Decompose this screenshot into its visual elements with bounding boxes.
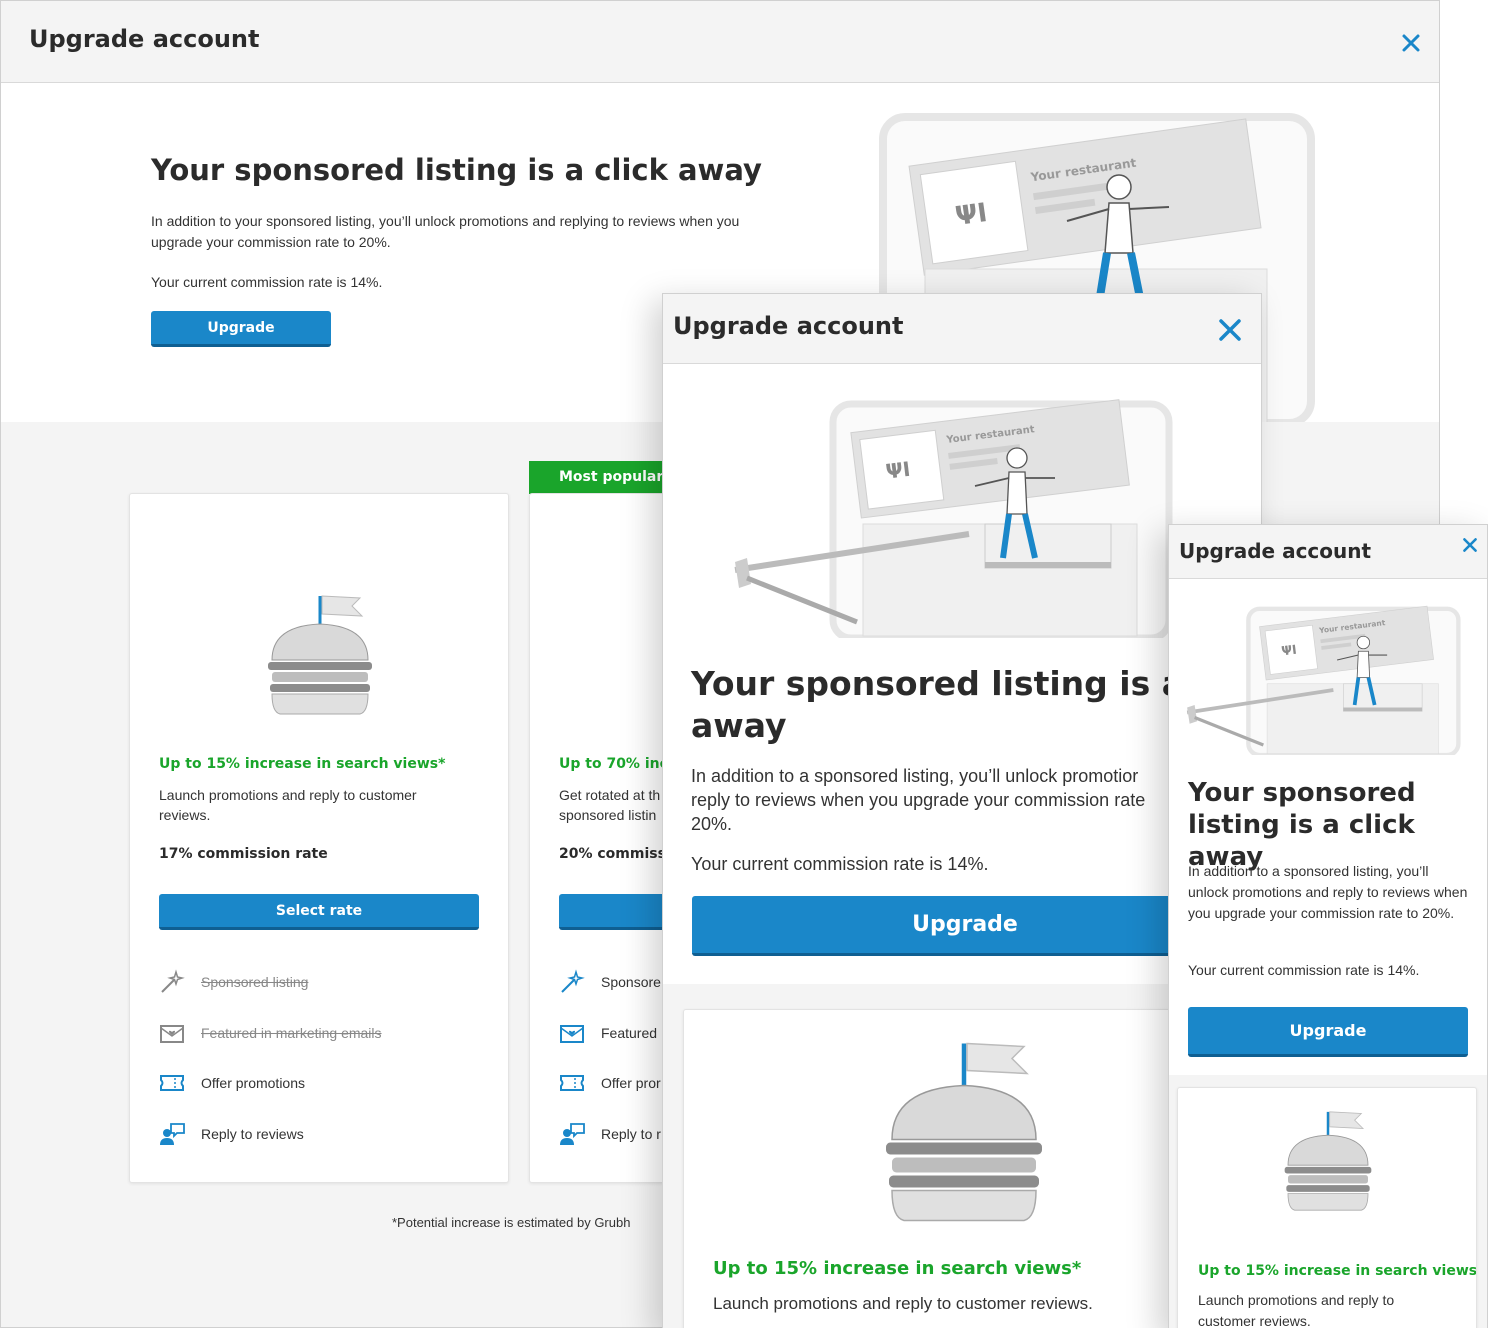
close-icon[interactable] — [1401, 33, 1421, 53]
burger-illustration — [1278, 1106, 1378, 1216]
upgrade-button[interactable]: Upgrade — [692, 896, 1238, 956]
reply-chat-icon — [559, 1121, 585, 1147]
svg-text:ΨΙ: ΨΙ — [1281, 642, 1298, 659]
feature-sponsored-listing: Sponsore — [559, 969, 661, 995]
page-heading: Your sponsored listing is a click away — [151, 153, 762, 187]
upgrade-button[interactable]: Upgrade — [151, 311, 331, 347]
feature-sponsored-listing: Sponsored listing — [159, 969, 308, 995]
card-headline: Up to 15% increase in search views* — [713, 1258, 1082, 1279]
feature-label: Featured in marketing emails — [201, 1025, 382, 1041]
current-rate-text: Your current commission rate is 14%. — [691, 854, 989, 874]
feature-label: Featured — [601, 1025, 658, 1041]
upgrade-button[interactable]: Upgrade — [1188, 1007, 1468, 1057]
mobile-modal: Upgrade account ΨΙ Your restaurant Your … — [1168, 524, 1488, 1328]
plan-card-17: Up to 15% increase in search views* Laun… — [1177, 1087, 1477, 1328]
card-description: Launch promotions and reply to customer … — [159, 787, 417, 823]
card-headline: Up to 70% incr — [559, 756, 675, 772]
page-heading: Your sponsored listing is a click away — [1188, 778, 1416, 872]
ticket-icon — [159, 1070, 185, 1096]
feature-reply-reviews: Reply to r — [559, 1121, 661, 1147]
feature-marketing-emails: Featured in marketing emails — [159, 1020, 382, 1046]
restaurant-illustration: ΨΙ Your restaurant — [729, 398, 1179, 638]
reply-chat-icon — [159, 1121, 185, 1147]
feature-offer-promotions: Offer pror — [559, 1070, 661, 1096]
modal-title: Upgrade account — [29, 25, 260, 53]
modal-header: Upgrade account — [1169, 525, 1487, 579]
close-icon[interactable] — [1218, 318, 1242, 342]
modal-title: Upgrade account — [1179, 539, 1372, 563]
plan-card-17: Up to 15% increase in search views* Laun… — [683, 1009, 1243, 1328]
feature-offer-promotions: Offer promotions — [159, 1070, 305, 1096]
feature-label: Reply to reviews — [201, 1126, 304, 1142]
feature-label: Offer pror — [601, 1075, 661, 1091]
burger-illustration — [874, 1032, 1054, 1232]
intro-text: In addition to a sponsored listing, you’… — [1188, 863, 1468, 921]
mail-heart-icon — [159, 1020, 185, 1046]
modal-title: Upgrade account — [673, 312, 904, 340]
footnote: *Potential increase is estimated by Grub… — [392, 1215, 631, 1230]
svg-text:ΨΙ: ΨΙ — [953, 198, 989, 232]
burger-illustration — [260, 590, 380, 720]
card-rate: 17% commission rate — [159, 846, 328, 862]
card-headline: Up to 15% increase in search views* — [159, 756, 446, 772]
current-rate-text: Your current commission rate is 14%. — [1188, 962, 1420, 978]
magic-wand-icon — [559, 969, 585, 995]
current-rate-text: Your current commission rate is 14%. — [151, 274, 383, 290]
feature-label: Sponsore — [601, 974, 661, 990]
select-rate-button[interactable]: Select rate — [159, 894, 479, 930]
magic-wand-icon — [159, 969, 185, 995]
intro-text: In addition to your sponsored listing, y… — [151, 213, 740, 250]
mail-heart-icon — [559, 1020, 585, 1046]
card-description: Get rotated at th sponsored listin — [559, 787, 661, 823]
feature-label: Reply to r — [601, 1126, 661, 1142]
card-description: Launch promotions and reply to customer … — [713, 1294, 1093, 1313]
plan-card-17: Up to 15% increase in search views* Laun… — [129, 493, 509, 1183]
close-icon[interactable] — [1462, 537, 1478, 553]
ticket-icon — [559, 1070, 585, 1096]
card-headline: Up to 15% increase in search views* — [1198, 1263, 1477, 1279]
intro-text: In addition to a sponsored listing, you’… — [691, 766, 1146, 834]
svg-text:ΨΙ: ΨΙ — [884, 457, 911, 484]
feature-label: Offer promotions — [201, 1075, 306, 1091]
card-rate: 20% commissi — [559, 846, 671, 862]
card-description: Launch promotions and reply to customer … — [1198, 1292, 1395, 1328]
feature-reply-reviews: Reply to reviews — [159, 1121, 304, 1147]
modal-header: Upgrade account — [1, 1, 1439, 83]
modal-header: Upgrade account — [663, 294, 1261, 364]
page-heading-line2: away — [691, 706, 787, 745]
feature-marketing-emails: Featured — [559, 1020, 657, 1046]
most-popular-badge: Most popular — [529, 461, 679, 494]
feature-label: Sponsored listing — [201, 974, 309, 990]
restaurant-illustration: ΨΙ Your restaurant — [1183, 605, 1465, 755]
